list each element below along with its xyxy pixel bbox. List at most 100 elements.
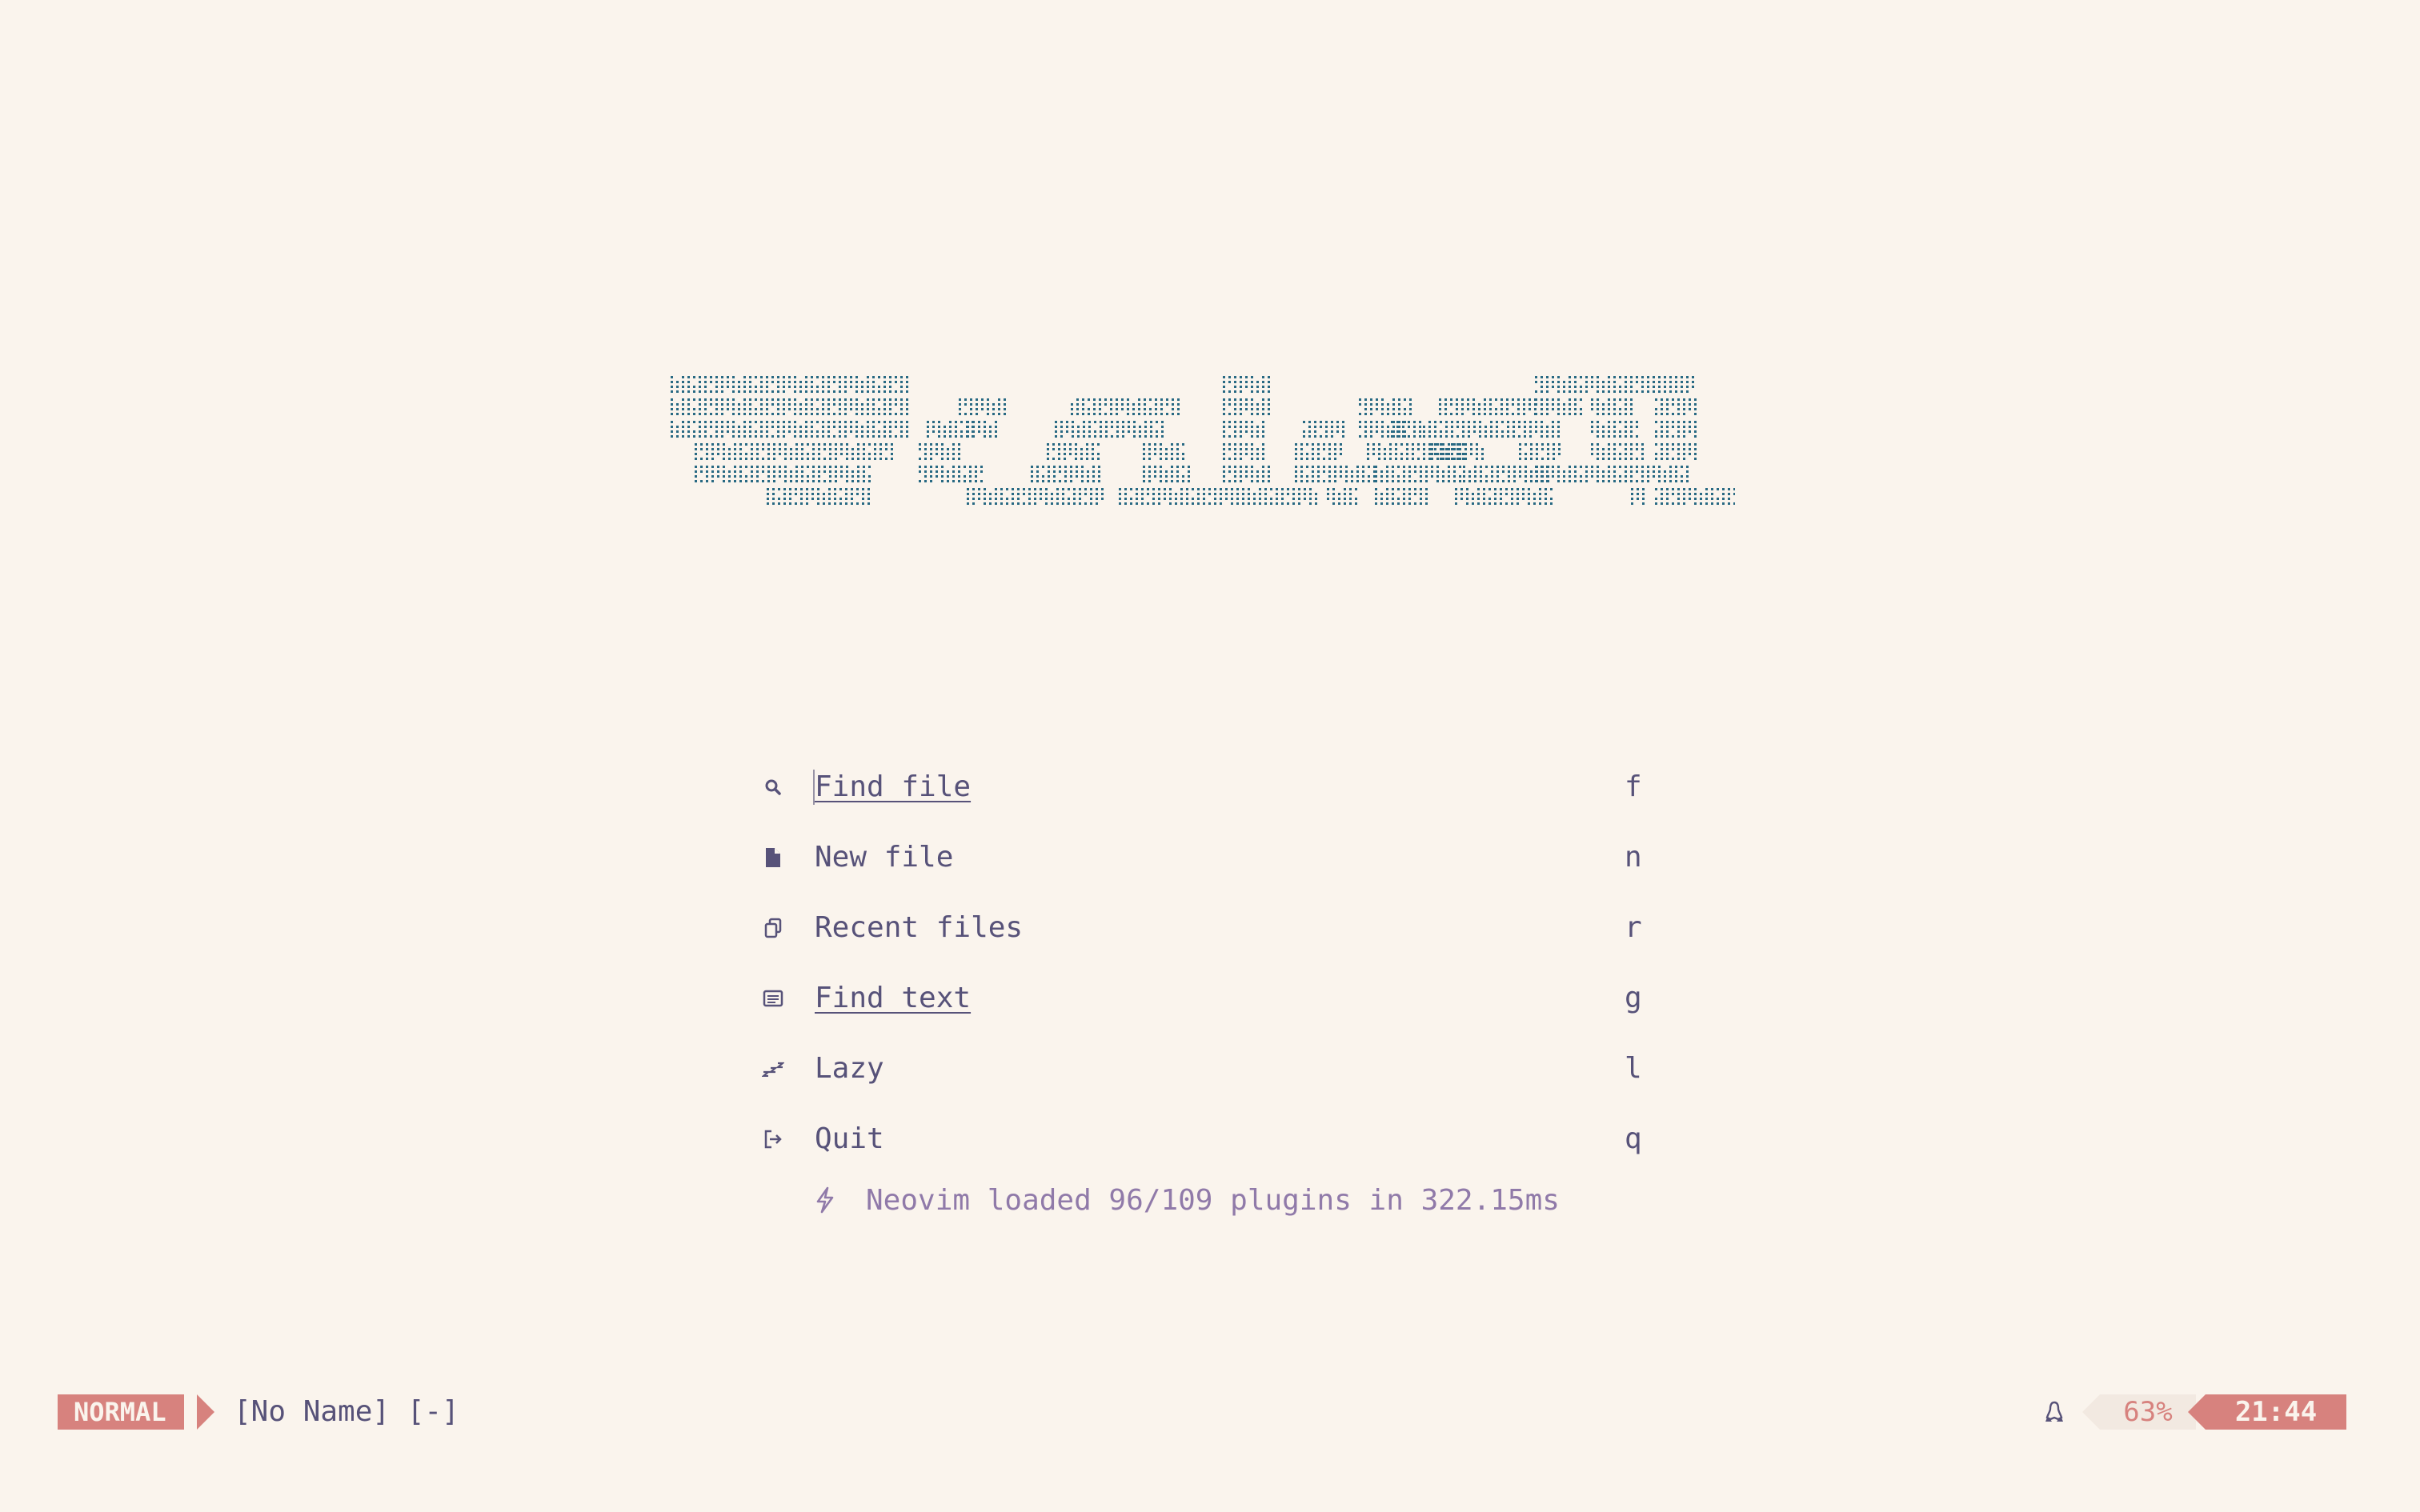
logo-dot: [795, 448, 798, 450]
logo-dot: [1501, 430, 1504, 433]
logo-dot: [762, 448, 764, 450]
logo-dot: [1040, 488, 1042, 490]
logo-dot: [755, 413, 757, 415]
logo-dot: [978, 426, 980, 428]
logo-dot: [795, 458, 798, 460]
logo-dot: [1397, 498, 1400, 500]
menu-item-lazy[interactable]: Lazy l: [752, 1034, 1649, 1104]
logo-dot: [936, 453, 938, 455]
logo-dot: [1169, 488, 1172, 490]
logo-dot: [1245, 475, 1248, 478]
logo-dot: [969, 466, 972, 468]
logo-dot: [1425, 493, 1428, 495]
logo-dot: [756, 470, 759, 473]
logo-dot: [1104, 403, 1107, 406]
menu-item-recent-files[interactable]: Recent files r: [752, 893, 1649, 963]
logo-dot: [795, 470, 798, 473]
logo-dot: [1488, 488, 1491, 490]
logo-dot: [1672, 443, 1674, 446]
logo-dot: [745, 475, 747, 478]
logo-dot: [1625, 403, 1627, 406]
logo-dot: [1653, 386, 1655, 388]
logo-dot: [1683, 488, 1685, 490]
logo-dot: [1677, 435, 1680, 438]
logo-dot: [772, 493, 775, 495]
logo-dot: [1536, 453, 1538, 455]
logo-dot: [1553, 453, 1555, 455]
logo-dot: [883, 408, 886, 410]
logo-dot: [1270, 488, 1272, 490]
menu-item-new-file[interactable]: New file n: [752, 822, 1649, 893]
logo-dot: [1312, 453, 1314, 455]
logo-dot: [687, 408, 690, 410]
menu-item-find-file[interactable]: Find file f: [752, 752, 1649, 822]
logo-dot: [1047, 443, 1049, 446]
logo-dot: [721, 413, 723, 415]
logo-dot: [671, 413, 673, 415]
logo-dot: [1630, 426, 1633, 428]
logo-dot: [1672, 502, 1674, 505]
logo-dot: [1522, 488, 1525, 490]
logo-dot: [1245, 386, 1248, 388]
logo-dot: [766, 408, 768, 410]
logo-dot: [1733, 488, 1735, 490]
logo-dot: [1259, 502, 1261, 505]
logo-dot: [795, 488, 797, 490]
logo-dot: [794, 376, 796, 378]
logo-dot: [1396, 435, 1399, 438]
logo-dot: [1116, 426, 1119, 428]
logo-dot: [1081, 466, 1084, 468]
logo-dot: [895, 376, 897, 378]
logo-dot: [1342, 435, 1344, 438]
logo-dot: [676, 403, 679, 406]
logo-dot: [1122, 426, 1124, 428]
logo-dot: [1133, 426, 1136, 428]
logo-dot: [855, 426, 858, 428]
logo-dot: [1342, 430, 1344, 433]
logo-dot: [846, 448, 848, 450]
logo-dot: [1376, 408, 1378, 410]
logo-dot: [978, 421, 980, 423]
logo-dot: [1677, 413, 1680, 415]
logo-dot: [1345, 470, 1348, 473]
logo-dot: [1613, 453, 1616, 455]
logo-dot: [1130, 488, 1132, 490]
logo-dot: [1453, 448, 1456, 450]
logo-dot: [1398, 403, 1400, 406]
logo-dot: [1090, 502, 1092, 505]
logo-dot: [751, 453, 753, 455]
logo-dot: [1677, 443, 1680, 446]
logo-dot: [1489, 413, 1492, 415]
logo-dot: [855, 398, 858, 401]
logo-dot: [700, 448, 703, 450]
logo-dot: [1045, 498, 1048, 500]
logo-dot: [1472, 493, 1474, 495]
logo-dot: [1234, 480, 1236, 482]
logo-dot: [788, 398, 791, 401]
logo-dot: [1391, 421, 1393, 423]
logo-dot: [938, 421, 940, 423]
logo-dot: [1675, 475, 1677, 478]
logo-dot: [676, 430, 679, 433]
logo-dot: [1694, 493, 1697, 495]
logo-dot: [1686, 381, 1689, 383]
logo-dot: [889, 421, 891, 423]
logo-dot: [771, 435, 774, 438]
logo-dot: [1155, 398, 1157, 401]
logo-dot: [1428, 426, 1431, 428]
logo-dot: [1259, 498, 1261, 500]
logo-dot: [840, 470, 843, 473]
logo-dot: [1356, 480, 1359, 482]
logo-dot: [1546, 408, 1549, 410]
logo-dot: [1625, 421, 1627, 423]
logo-dot: [952, 448, 955, 450]
logo-dot: [1476, 458, 1478, 460]
logo-dot: [1528, 488, 1530, 490]
menu-item-quit[interactable]: Quit q: [752, 1104, 1649, 1174]
menu-item-find-text[interactable]: Find text g: [752, 963, 1649, 1034]
logo-dot: [1546, 426, 1549, 428]
logo-dot: [1459, 466, 1461, 468]
logo-dot: [1686, 390, 1689, 393]
logo-dot: [872, 430, 875, 433]
logo-dot: [1484, 413, 1486, 415]
